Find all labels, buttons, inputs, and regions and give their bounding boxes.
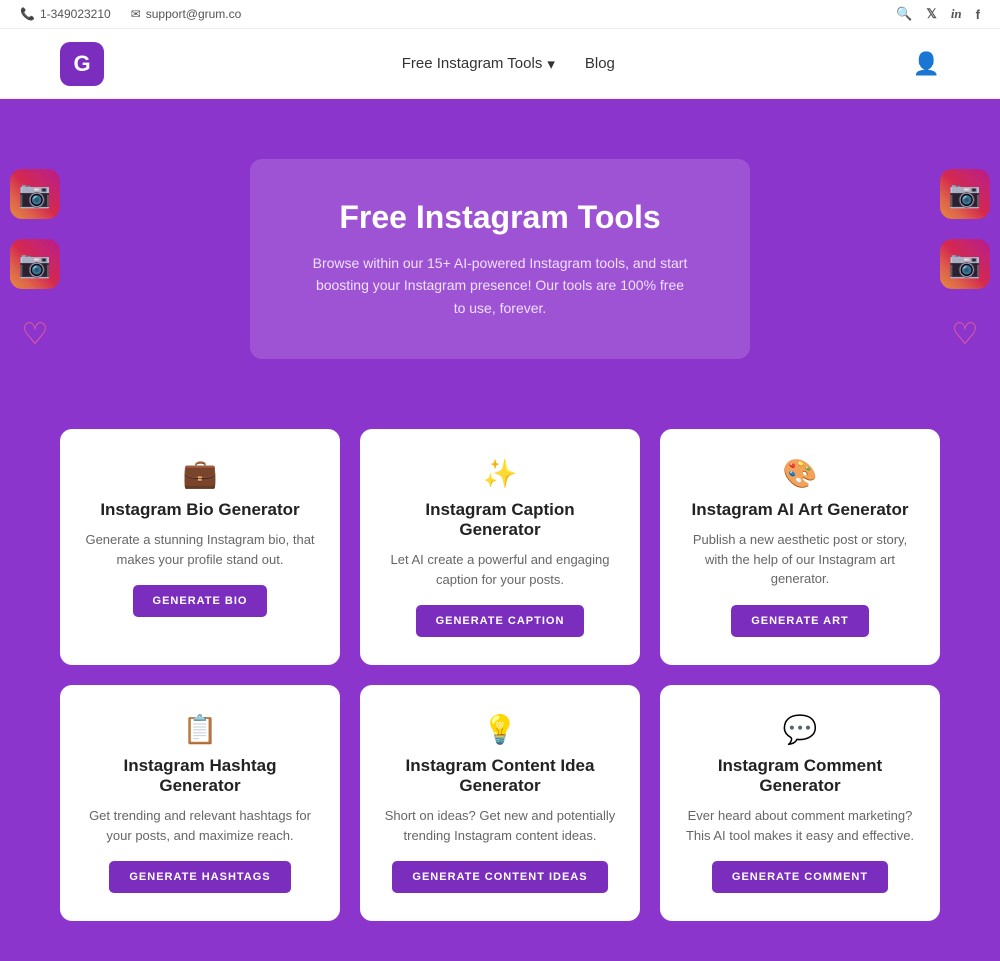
heart-icon-left: ♡	[10, 309, 60, 359]
card-description: Publish a new aesthetic post or story, w…	[684, 530, 916, 589]
card-icon: 🎨	[783, 457, 818, 490]
heart-icon-right: ♡	[940, 309, 990, 359]
card-title: Instagram AI Art Generator	[692, 500, 909, 520]
logo-box: G	[60, 42, 104, 86]
email-icon: ✉	[131, 7, 141, 21]
card-button[interactable]: GENERATE CONTENT IDEAS	[392, 861, 607, 893]
card-description: Short on ideas? Get new and potentially …	[384, 806, 616, 845]
card-title: Instagram Caption Generator	[384, 500, 616, 540]
tool-card: 📋 Instagram Hashtag Generator Get trendi…	[60, 685, 340, 921]
phone-number: 1-349023210	[40, 7, 111, 21]
linkedin-icon[interactable]: in	[951, 6, 962, 22]
side-icons-right: 📷 📷 ♡	[930, 159, 1000, 369]
hero-description: Browse within our 15+ AI-powered Instagr…	[310, 252, 690, 319]
email-info: ✉ support@grum.co	[131, 7, 242, 21]
tools-menu[interactable]: Free Instagram Tools ▾	[402, 55, 555, 73]
card-icon: ✨	[483, 457, 518, 490]
card-title: Instagram Bio Generator	[100, 500, 299, 520]
tool-card: ✨ Instagram Caption Generator Let AI cre…	[360, 429, 640, 665]
card-description: Get trending and relevant hashtags for y…	[84, 806, 316, 845]
phone-icon: 📞	[20, 7, 35, 21]
side-icons-left: 📷 📷 ♡	[0, 159, 70, 369]
card-icon: 💼	[183, 457, 218, 490]
hero-section: 📷 📷 ♡ 📷 📷 ♡ Free Instagram Tools Browse …	[0, 99, 1000, 399]
nav-menu: Free Instagram Tools ▾ Blog	[402, 55, 615, 73]
topbar: 📞 1-349023210 ✉ support@grum.co 🔍 𝕏 in f	[0, 0, 1000, 29]
tool-card: 🎨 Instagram AI Art Generator Publish a n…	[660, 429, 940, 665]
card-icon: 💡	[483, 713, 518, 746]
twitter-icon[interactable]: 𝕏	[926, 6, 936, 22]
tool-card: 💼 Instagram Bio Generator Generate a stu…	[60, 429, 340, 665]
logo[interactable]: G	[60, 42, 104, 86]
tool-card: 💬 Instagram Comment Generator Ever heard…	[660, 685, 940, 921]
card-button[interactable]: GENERATE COMMENT	[712, 861, 888, 893]
instagram-icon-left-1: 📷	[10, 169, 60, 219]
tool-card: 💡 Instagram Content Idea Generator Short…	[360, 685, 640, 921]
facebook-icon[interactable]: f	[976, 7, 980, 22]
logo-letter: G	[73, 51, 90, 77]
hero-title: Free Instagram Tools	[310, 199, 690, 236]
card-description: Generate a stunning Instagram bio, that …	[84, 530, 316, 569]
card-button[interactable]: GENERATE ART	[731, 605, 869, 637]
instagram-icon-left-2: 📷	[10, 239, 60, 289]
blog-link[interactable]: Blog	[585, 55, 615, 72]
card-title: Instagram Comment Generator	[684, 756, 916, 796]
email-address: support@grum.co	[146, 7, 242, 21]
topbar-social: 🔍 𝕏 in f	[896, 6, 980, 22]
card-icon: 💬	[783, 713, 818, 746]
hero-box: Free Instagram Tools Browse within our 1…	[250, 159, 750, 359]
tools-label: Free Instagram Tools	[402, 55, 543, 72]
instagram-icon-right-1: 📷	[940, 169, 990, 219]
topbar-contact: 📞 1-349023210 ✉ support@grum.co	[20, 7, 241, 21]
card-button[interactable]: GENERATE HASHTAGS	[109, 861, 290, 893]
search-icon[interactable]: 🔍	[896, 6, 912, 22]
card-description: Ever heard about comment marketing? This…	[684, 806, 916, 845]
card-button[interactable]: GENERATE BIO	[133, 585, 268, 617]
cards-grid: 💼 Instagram Bio Generator Generate a stu…	[60, 429, 940, 921]
card-button[interactable]: GENERATE CAPTION	[416, 605, 585, 637]
card-title: Instagram Hashtag Generator	[84, 756, 316, 796]
instagram-icon-right-2: 📷	[940, 239, 990, 289]
navbar: G Free Instagram Tools ▾ Blog 👤	[0, 29, 1000, 99]
chevron-down-icon: ▾	[547, 55, 555, 73]
card-description: Let AI create a powerful and engaging ca…	[384, 550, 616, 589]
phone-info: 📞 1-349023210	[20, 7, 111, 21]
user-icon[interactable]: 👤	[913, 51, 940, 77]
card-icon: 📋	[183, 713, 218, 746]
card-title: Instagram Content Idea Generator	[384, 756, 616, 796]
cards-section: 💼 Instagram Bio Generator Generate a stu…	[0, 399, 1000, 961]
